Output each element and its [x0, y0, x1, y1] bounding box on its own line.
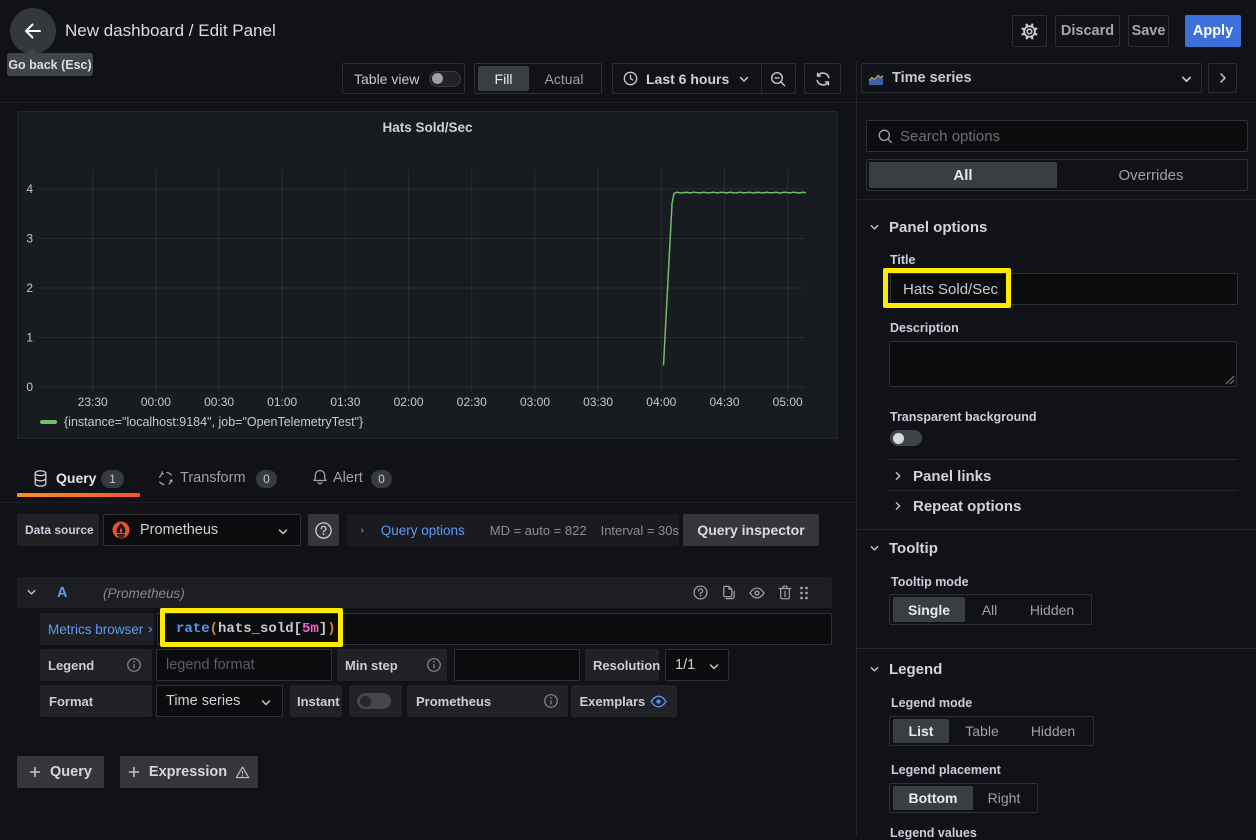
svg-text:2: 2 — [26, 281, 33, 295]
svg-text:3: 3 — [26, 232, 33, 246]
svg-text:4: 4 — [26, 182, 33, 196]
svg-text:01:30: 01:30 — [330, 395, 360, 409]
svg-text:03:30: 03:30 — [583, 395, 613, 409]
svg-text:00:00: 00:00 — [141, 395, 171, 409]
svg-text:23:30: 23:30 — [78, 395, 108, 409]
svg-text:04:30: 04:30 — [709, 395, 739, 409]
svg-text:00:30: 00:30 — [204, 395, 234, 409]
svg-text:01:00: 01:00 — [267, 395, 297, 409]
svg-text:05:00: 05:00 — [773, 395, 803, 409]
svg-text:1: 1 — [26, 331, 33, 345]
svg-text:02:30: 02:30 — [457, 395, 487, 409]
svg-text:0: 0 — [26, 380, 33, 394]
svg-text:02:00: 02:00 — [394, 395, 424, 409]
svg-text:04:00: 04:00 — [646, 395, 676, 409]
svg-text:03:00: 03:00 — [520, 395, 550, 409]
